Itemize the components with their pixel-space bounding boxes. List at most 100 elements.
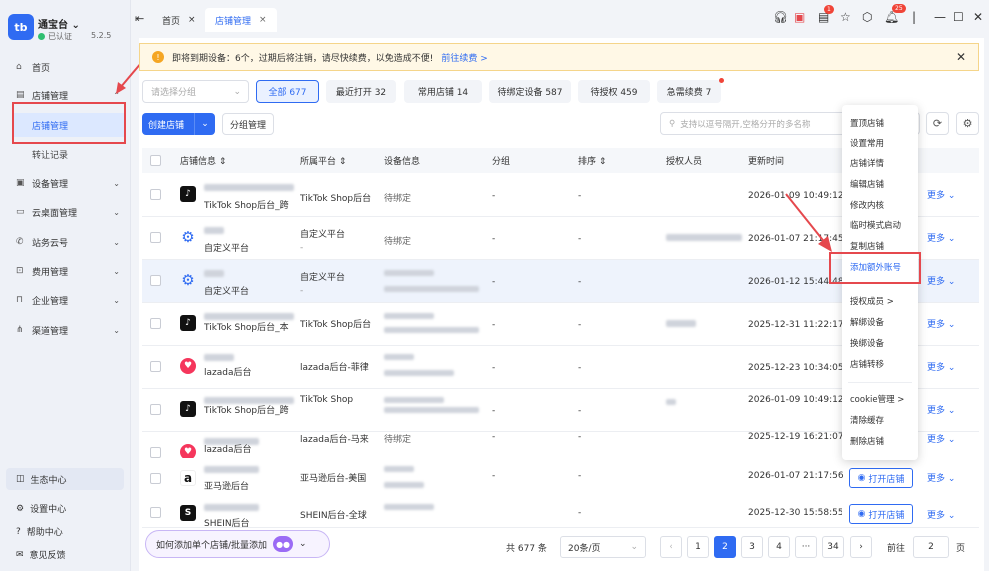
more-dropdown[interactable]: 更多 ⌄ <box>927 508 955 521</box>
menu-transfer-store[interactable]: 店铺转移 <box>850 358 884 370</box>
close-icon[interactable]: ✕ <box>956 50 966 64</box>
minimize-icon[interactable]: — <box>934 10 946 24</box>
renew-link[interactable]: 前往续费 > <box>441 51 487 64</box>
more-dropdown[interactable]: 更多 ⌄ <box>927 274 955 287</box>
row-checkbox[interactable] <box>150 361 161 372</box>
prev-page-button[interactable]: ‹ <box>660 536 682 558</box>
blurred-text <box>666 399 676 405</box>
document-icon[interactable]: ▤ 1 <box>818 5 834 24</box>
feedback-link[interactable]: ✉ 意见反馈 <box>16 548 66 562</box>
sidebar-item-billing[interactable]: ⊡ 费用管理 ⌄ <box>0 260 131 282</box>
sidebar-item-device[interactable]: ▣ 设备管理 ⌄ <box>0 172 131 194</box>
goto-page-input[interactable]: 2 <box>913 536 949 558</box>
verified-icon <box>38 33 45 40</box>
menu-cookie-manage[interactable]: cookie管理 > <box>850 393 904 405</box>
close-icon[interactable]: × <box>259 15 267 25</box>
page-3[interactable]: 3 <box>741 536 763 558</box>
page-2[interactable]: 2 <box>714 536 736 558</box>
settings-icon[interactable]: ⚙ <box>956 112 979 135</box>
page-ellipsis[interactable]: ··· <box>795 536 817 558</box>
more-dropdown[interactable]: 更多 ⌄ <box>927 471 955 484</box>
group-select[interactable]: 请选择分组 ⌄ <box>142 80 249 103</box>
row-checkbox[interactable] <box>150 507 161 518</box>
sidebar-subitem-transfer[interactable]: 转让记录 <box>32 148 68 161</box>
headset-icon[interactable]: 🎧︎ <box>773 10 788 24</box>
group-manage-button[interactable]: 分组管理 <box>222 113 274 135</box>
refresh-icon[interactable]: ⟳ <box>926 112 949 135</box>
sidebar-item-channel[interactable]: ⋔ 渠道管理 ⌄ <box>0 319 131 341</box>
filter-all[interactable]: 全部 677 <box>256 80 319 103</box>
menu-edit-store[interactable]: 编辑店铺 <box>850 178 884 190</box>
verified-status: 已认证 <box>38 31 72 42</box>
bell-icon[interactable]: 🔔︎ 25 <box>884 4 906 24</box>
menu-unbind-device[interactable]: 解绑设备 <box>850 316 884 328</box>
row-checkbox[interactable] <box>150 189 161 200</box>
page-1[interactable]: 1 <box>687 536 709 558</box>
menu-pin-store[interactable]: 置顶店铺 <box>850 117 884 129</box>
filter-unbound[interactable]: 待绑定设备 587 <box>489 80 571 103</box>
close-icon[interactable]: × <box>188 15 196 25</box>
device-status: 待绑定 <box>384 237 412 247</box>
sidebar-item-phone[interactable]: ✆ 站务云号 ⌄ <box>0 231 131 253</box>
filter-renew[interactable]: 急需续费 7 <box>657 80 721 103</box>
store-name: TikTok Shop后台_跨 <box>204 201 289 211</box>
more-dropdown[interactable]: 更多 ⌄ <box>927 231 955 244</box>
row-checkbox[interactable] <box>150 275 161 286</box>
chevron-down-icon: ⌄ <box>299 539 307 549</box>
filter-favorite[interactable]: 常用店铺 14 <box>404 80 482 103</box>
more-dropdown[interactable]: 更多 ⌄ <box>927 403 955 416</box>
menu-rebind-device[interactable]: 换绑设备 <box>850 337 884 349</box>
filter-recent[interactable]: 最近打开 32 <box>326 80 396 103</box>
sidebar-item-enterprise[interactable]: ⊓ 企业管理 ⌄ <box>0 289 131 311</box>
open-store-button[interactable]: ◉ 打开店铺 <box>849 468 913 488</box>
row-checkbox[interactable] <box>150 473 161 484</box>
amazon-icon: a <box>180 470 196 486</box>
table-row[interactable]: S SHEIN后台 SHEIN后台-全球 - 2025-12-30 15:58:… <box>142 496 979 529</box>
select-all-checkbox[interactable] <box>150 155 161 166</box>
col-store-info[interactable]: 店铺信息 ⇕ <box>180 154 226 167</box>
table-row[interactable]: a 亚马逊后台 亚马逊后台-美国 - - 2026-01-07 21:17:56… <box>142 458 979 501</box>
collapse-sidebar-icon[interactable]: ⇤ <box>135 12 144 25</box>
menu-set-favorite[interactable]: 设置常用 <box>850 137 884 149</box>
more-dropdown[interactable]: 更多 ⌄ <box>927 432 955 445</box>
settings-center-link[interactable]: ⚙ 设置中心 <box>16 502 66 516</box>
tab-home[interactable]: 首页 × <box>152 8 206 32</box>
gift-icon[interactable]: ▣ <box>794 10 805 24</box>
eco-center-button[interactable]: ◫ 生态中心 <box>6 468 124 490</box>
menu-change-kernel[interactable]: 修改内核 <box>850 199 884 211</box>
row-checkbox[interactable] <box>150 404 161 415</box>
group-select-placeholder: 请选择分组 <box>151 88 197 98</box>
window-close-icon[interactable]: ✕ <box>973 10 983 24</box>
page-34[interactable]: 34 <box>822 536 844 558</box>
next-page-button[interactable]: › <box>850 536 872 558</box>
menu-store-details[interactable]: 店铺详情 <box>850 157 884 169</box>
more-dropdown[interactable]: 更多 ⌄ <box>927 317 955 330</box>
more-dropdown[interactable]: 更多 ⌄ <box>927 188 955 201</box>
menu-delete-store[interactable]: 删除店铺 <box>850 435 884 447</box>
brand-name[interactable]: 通宝台 ⌄ <box>38 16 80 31</box>
chevron-down-icon[interactable]: ⌄ <box>194 113 215 135</box>
help-center-link[interactable]: ? 帮助中心 <box>16 525 63 539</box>
help-add-store-pill[interactable]: 如何添加单个店铺/批量添加 ●● ⌄ <box>145 530 330 558</box>
menu-copy-store[interactable]: 复制店铺 <box>850 240 884 252</box>
create-store-button[interactable]: 创建店铺 ⌄ <box>142 113 215 135</box>
maximize-icon[interactable]: ☐ <box>953 10 964 24</box>
page-4[interactable]: 4 <box>768 536 790 558</box>
sidebar-item-cloud-desktop[interactable]: ▭ 云桌面管理 ⌄ <box>0 201 131 223</box>
shield-icon[interactable]: ⬡ <box>862 10 872 24</box>
filter-unauthorized[interactable]: 待授权 459 <box>578 80 650 103</box>
row-checkbox[interactable] <box>150 318 161 329</box>
row-checkbox[interactable] <box>150 232 161 243</box>
col-sort[interactable]: 排序 ⇕ <box>578 154 606 167</box>
page-size-select[interactable]: 20条/页 ⌄ <box>560 536 646 558</box>
blurred-text <box>384 354 414 360</box>
row-checkbox[interactable] <box>150 447 161 458</box>
menu-temp-launch[interactable]: 临时模式启动 <box>850 219 901 231</box>
more-dropdown[interactable]: 更多 ⌄ <box>927 360 955 373</box>
open-store-button[interactable]: ◉ 打开店铺 <box>849 504 913 524</box>
star-icon[interactable]: ☆ <box>840 10 851 24</box>
tab-store-manage[interactable]: 店铺管理 × <box>205 8 277 32</box>
col-platform[interactable]: 所属平台 ⇕ <box>300 154 346 167</box>
menu-clear-cache[interactable]: 清除缓存 <box>850 414 884 426</box>
menu-authorize-members[interactable]: 授权成员 > <box>850 295 894 307</box>
